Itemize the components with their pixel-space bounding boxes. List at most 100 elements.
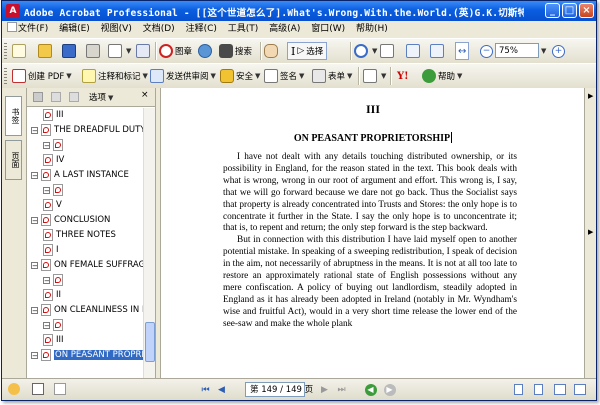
select-tool-button[interactable]: I ▷ 选择 (287, 42, 328, 60)
bookmark-item[interactable]: V (43, 198, 62, 212)
organize-button[interactable] (136, 42, 152, 60)
continuous-icon[interactable] (534, 384, 543, 395)
zoom-level-input[interactable]: 75% (495, 43, 539, 58)
create-pdf-button[interactable]: 创建 PDF ▼ (12, 67, 72, 85)
forms-button[interactable]: 表单 ▼ (312, 67, 352, 85)
fit-width-button[interactable] (430, 42, 446, 60)
save-button[interactable] (62, 42, 78, 60)
collapse-toggle-icon[interactable]: − (31, 351, 38, 359)
help-label: 帮助 (438, 72, 456, 82)
expand-bookmark-icon[interactable] (69, 92, 79, 102)
page-size-icon[interactable] (8, 383, 20, 395)
bookmark-item[interactable]: − (43, 138, 66, 152)
menu-window[interactable]: 窗口(W) (307, 21, 349, 38)
menu-advanced[interactable]: 高级(A) (265, 21, 304, 38)
fit-page-button[interactable] (406, 42, 422, 60)
page-layout-icon[interactable] (54, 383, 66, 395)
collapse-toggle-icon[interactable]: − (31, 126, 38, 134)
zoom-dropdown[interactable]: ▼ (539, 42, 546, 60)
collapse-toggle-icon[interactable]: − (31, 306, 38, 314)
search-button[interactable]: 搜索 (219, 42, 252, 60)
expand-panel-icon[interactable]: ▶ (588, 92, 593, 100)
close-button[interactable]: × (579, 3, 594, 18)
bookmark-item[interactable]: − THE DREADFUL DUTY (31, 123, 143, 137)
menu-comments[interactable]: 注释(C) (182, 21, 221, 38)
previous-page-button[interactable]: ◀ (215, 383, 228, 396)
next-view-button[interactable]: ▶ (383, 383, 396, 396)
single-page-icon[interactable] (514, 384, 523, 395)
fit-visible-button[interactable]: ↔ (455, 42, 470, 60)
delete-bookmark-icon[interactable] (33, 92, 43, 102)
bookmark-item[interactable]: I (43, 243, 59, 257)
menu-help[interactable]: 帮助(H) (352, 21, 392, 38)
collapse-toggle-icon[interactable]: − (31, 171, 38, 179)
bookmark-item[interactable]: III (43, 333, 64, 347)
page-number-input[interactable]: 第 149 / 149 页 (245, 382, 313, 397)
bookmark-item[interactable]: II (43, 288, 61, 302)
last-page-button[interactable]: ⏭ (335, 383, 348, 396)
comment-markup-button[interactable]: 注释和标记 ▼ (82, 67, 148, 85)
print-button[interactable] (86, 42, 102, 60)
menu-tools[interactable]: 工具(T) (224, 21, 263, 38)
sign-button[interactable]: 签名 ▼ (264, 67, 304, 85)
minimize-button[interactable]: _ (545, 3, 560, 18)
zoom-out-button[interactable]: − (480, 42, 493, 60)
maximize-button[interactable]: □ (562, 3, 577, 18)
acrobat-app-icon[interactable]: A (6, 4, 20, 18)
bookmark-item[interactable]: − (43, 318, 66, 332)
document-view[interactable]: III ON PEASANT PROPRIETORSHIP I have not… (160, 88, 585, 378)
next-page-button[interactable]: ▶ (318, 383, 331, 396)
toolbar-grip[interactable] (4, 68, 7, 84)
collapse-toggle-icon[interactable]: − (43, 276, 50, 284)
bookmark-options-button[interactable]: 选项 ▼ (89, 91, 113, 103)
search-tool-button[interactable] (198, 42, 214, 60)
bookmark-item[interactable]: − A LAST INSTANCE (31, 168, 129, 182)
bookmark-scrollbar[interactable] (143, 108, 155, 378)
bookmark-item[interactable]: IV (43, 153, 64, 167)
menu-edit[interactable]: 编辑(E) (55, 21, 94, 38)
bookmark-item[interactable]: III (43, 108, 64, 122)
collapse-toggle-icon[interactable]: − (31, 261, 38, 269)
email-button[interactable]: ▼ (108, 42, 131, 60)
collapse-toggle-icon[interactable]: − (43, 141, 50, 149)
actual-size-button[interactable] (380, 42, 396, 60)
collapse-toggle-icon[interactable]: − (43, 186, 50, 194)
menu-document[interactable]: 文档(D) (139, 21, 179, 38)
stamp-tool-button[interactable]: 图章 (159, 42, 192, 60)
bookmark-item[interactable]: − (43, 273, 66, 287)
create-button[interactable] (12, 42, 28, 60)
secure-button[interactable]: 安全 ▼ (220, 67, 260, 85)
bookmark-item[interactable]: − ON FEMALE SUFFRAG (31, 258, 143, 272)
bookmark-item[interactable]: − ON PEASANT PROPRI (31, 348, 143, 362)
zoom-in-button[interactable]: + (552, 42, 565, 60)
new-bookmark-icon[interactable] (51, 92, 61, 102)
yahoo-button[interactable]: Y! (397, 67, 409, 85)
send-review-button[interactable]: 发送供审阅 ▼ (150, 67, 216, 85)
scrollbar-thumb[interactable] (145, 322, 155, 362)
close-panel-icon[interactable]: × (141, 90, 149, 100)
tab-bookmarks[interactable]: 书签 (5, 96, 22, 136)
previous-view-button[interactable]: ◀ (364, 383, 377, 396)
title-bar[interactable]: A Adobe Acrobat Professional - [[这个世道怎么了… (2, 1, 596, 21)
continuous-facing-icon[interactable] (574, 384, 586, 395)
workspace: 书签 页面 选项 ▼ × III − THE DREADFUL DUTY − IV − A L… (2, 88, 596, 378)
facing-icon[interactable] (554, 384, 566, 395)
export-button[interactable]: ▼ (363, 67, 386, 85)
bookmark-item[interactable]: − ON CLEANLINESS IN E (31, 303, 143, 317)
first-page-button[interactable]: ⏮ (199, 383, 212, 396)
menu-view[interactable]: 视图(V) (97, 21, 136, 38)
bookmark-item[interactable]: THREE NOTES (43, 228, 116, 242)
collapse-toggle-icon[interactable]: − (43, 321, 50, 329)
open-button[interactable] (38, 42, 54, 60)
help-button[interactable]: 帮助 ▼ (422, 67, 462, 85)
bookmark-item[interactable]: − (43, 183, 66, 197)
expand-panel-icon[interactable]: ▶ (588, 228, 593, 236)
collapse-toggle-icon[interactable]: − (31, 216, 38, 224)
menu-file[interactable]: 文件(F) (2, 21, 52, 38)
zoom-tool-button[interactable]: ▼ (354, 42, 377, 60)
bookmark-item[interactable]: − CONCLUSION (31, 213, 110, 227)
tab-pages[interactable]: 页面 (5, 140, 22, 180)
page-thumb-icon[interactable] (32, 383, 44, 395)
toolbar-grip[interactable] (4, 43, 7, 59)
hand-tool-button[interactable] (264, 42, 280, 60)
